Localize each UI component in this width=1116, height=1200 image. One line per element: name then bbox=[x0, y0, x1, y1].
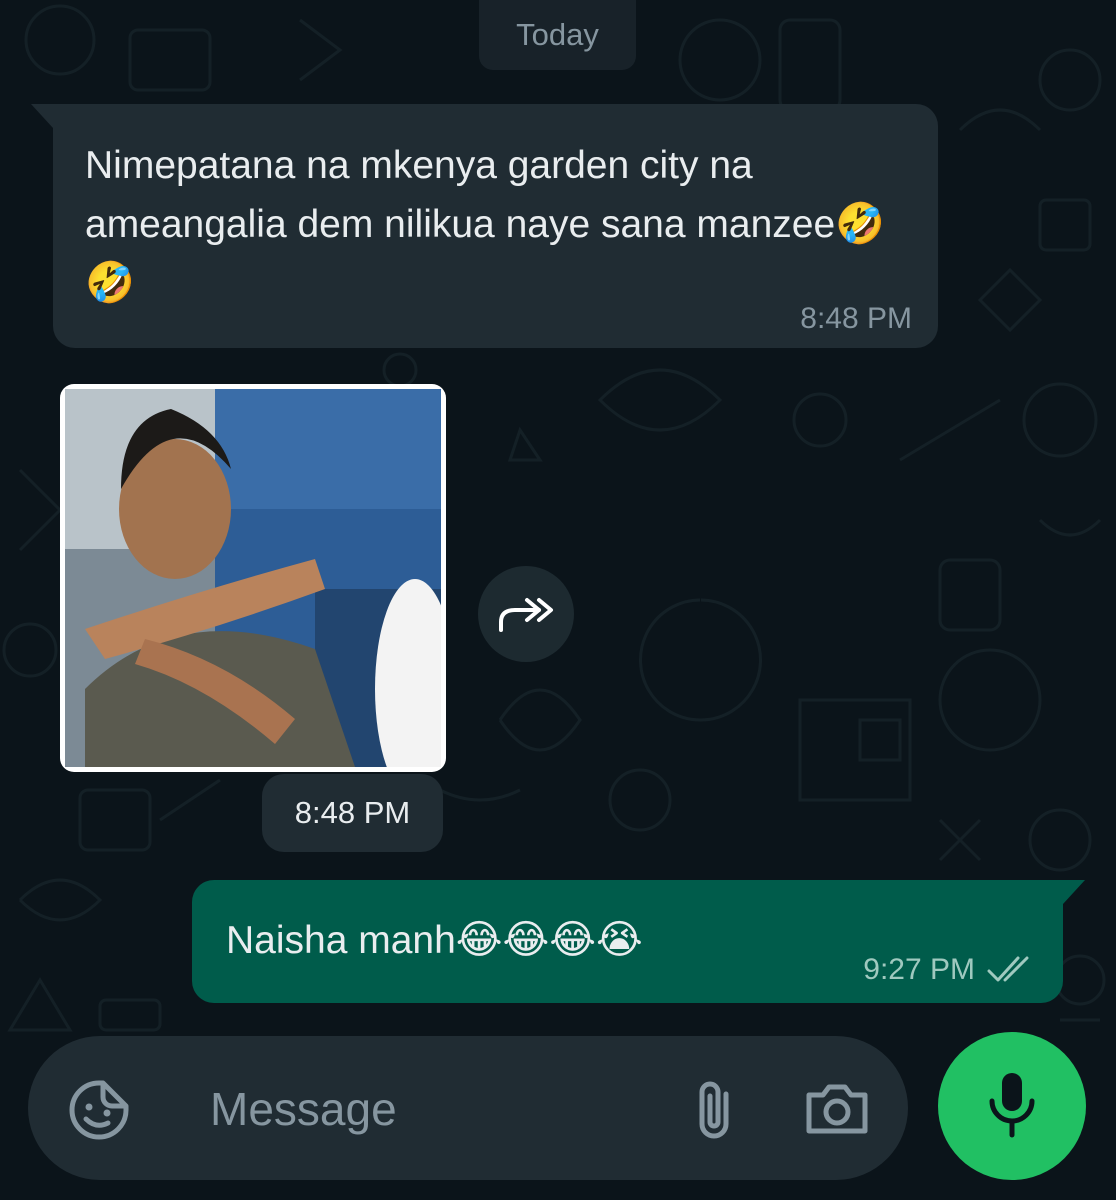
mic-icon bbox=[989, 1073, 1035, 1138]
message-emoji: 😂😂😂😭 bbox=[455, 918, 643, 962]
outgoing-message-bubble[interactable]: Naisha manh😂😂😂😭 9:27 PM bbox=[192, 880, 1085, 1003]
forward-icon bbox=[499, 598, 553, 632]
message-meta: 9:27 PM bbox=[863, 953, 1035, 987]
message-body: Nimepatana na mkenya garden city na amea… bbox=[85, 144, 836, 246]
bubble-tail bbox=[1063, 880, 1085, 904]
sticker-icon[interactable] bbox=[68, 1079, 130, 1141]
message-time: 9:27 PM bbox=[863, 953, 975, 986]
sticker-message[interactable] bbox=[60, 384, 446, 772]
message-text: Nimepatana na mkenya garden city na amea… bbox=[85, 136, 905, 313]
sticker-image bbox=[65, 389, 441, 767]
forward-button[interactable] bbox=[478, 566, 574, 662]
message-body: Naisha manh bbox=[226, 919, 456, 962]
message-input[interactable] bbox=[208, 1076, 682, 1142]
incoming-message-bubble[interactable]: Nimepatana na mkenya garden city na amea… bbox=[31, 104, 938, 348]
sticker-time: 8:48 PM bbox=[262, 774, 443, 852]
double-check-read-icon bbox=[987, 956, 1029, 982]
message-composer bbox=[28, 1036, 908, 1180]
attach-icon[interactable] bbox=[690, 1078, 742, 1142]
camera-icon[interactable] bbox=[803, 1081, 871, 1137]
message-time: 8:48 PM bbox=[800, 302, 912, 335]
message-text: Naisha manh😂😂😂😭 bbox=[226, 912, 643, 969]
voice-message-button[interactable] bbox=[938, 1032, 1086, 1180]
bubble-tail bbox=[31, 104, 53, 128]
date-separator: Today bbox=[479, 0, 636, 70]
